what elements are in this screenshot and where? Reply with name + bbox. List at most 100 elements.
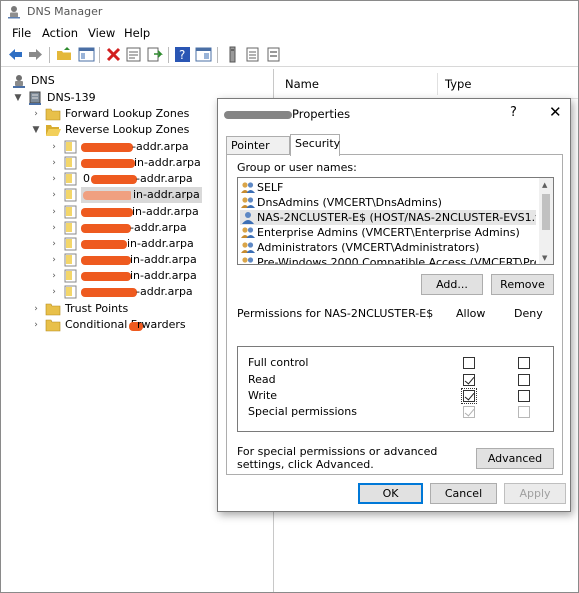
tree-label: in-addr.arpa: [130, 253, 197, 266]
menu-help[interactable]: Help: [121, 25, 153, 41]
ok-button[interactable]: OK: [358, 483, 423, 504]
delete-icon[interactable]: [105, 46, 122, 63]
properties-dialog: Properties ? ✕ Pointer (PTR) Security Gr…: [217, 98, 571, 512]
menu-file[interactable]: File: [9, 25, 34, 41]
apply-button[interactable]: Apply: [504, 483, 566, 504]
redaction-mark: [81, 224, 131, 233]
column-divider[interactable]: [437, 73, 438, 95]
expand-chevron-icon[interactable]: ›: [49, 252, 59, 268]
export-icon[interactable]: [146, 46, 163, 63]
redaction-mark: [83, 191, 133, 200]
user-list-item[interactable]: DnsAdmins (VMCERT\DnsAdmins): [240, 195, 536, 210]
list-icon[interactable]: [244, 46, 261, 63]
zone-icon: [63, 220, 79, 236]
deny-checkbox[interactable]: [518, 390, 530, 402]
user-list-item[interactable]: SELF: [240, 180, 536, 195]
zone-icon: [63, 139, 79, 155]
toolbar-separator: [168, 47, 169, 63]
zone-icon: [63, 236, 79, 252]
allow-checkbox[interactable]: [461, 388, 477, 404]
cancel-button[interactable]: Cancel: [430, 483, 497, 504]
expand-chevron-icon[interactable]: ›: [49, 155, 59, 171]
users-group-icon: [240, 195, 256, 210]
redaction-mark: [81, 159, 135, 168]
help-icon[interactable]: ?: [174, 46, 191, 63]
user-icon: [240, 210, 256, 225]
back-icon[interactable]: [7, 46, 24, 63]
expand-chevron-icon[interactable]: ›: [49, 236, 59, 252]
expand-chevron-icon[interactable]: ›: [49, 268, 59, 284]
tree-label: in-addr.arpa: [127, 237, 194, 250]
expand-chevron-icon[interactable]: ›: [49, 284, 59, 300]
users-group-icon: [240, 255, 256, 264]
permission-row-full-control: Full control: [238, 355, 553, 371]
expand-chevron-icon[interactable]: ›: [49, 139, 59, 155]
tab-pointer-ptr[interactable]: Pointer (PTR): [226, 136, 290, 165]
redaction-mark: [81, 272, 131, 281]
forward-icon[interactable]: [27, 46, 44, 63]
permission-row-special: Special permissions: [238, 404, 553, 420]
remove-button[interactable]: Remove: [491, 274, 554, 295]
record-icon[interactable]: [265, 46, 282, 63]
folder-icon: [45, 317, 61, 333]
allow-checkbox[interactable]: [463, 357, 475, 369]
zone-icon: [63, 252, 79, 268]
tree-label: -addr.arpa: [132, 140, 189, 153]
menu-action[interactable]: Action: [39, 25, 81, 41]
dns-manager-window: DNS Manager File Action View Help ? DNS …: [0, 0, 579, 593]
properties-icon[interactable]: [125, 46, 142, 63]
deny-checkbox[interactable]: [518, 357, 530, 369]
column-header-type[interactable]: Type: [445, 77, 471, 91]
tree-label: Trust Points: [65, 302, 129, 315]
zone-icon: [63, 155, 79, 171]
expand-chevron-icon[interactable]: ›: [49, 187, 59, 203]
add-button[interactable]: Add...: [421, 274, 483, 295]
title-bar: DNS Manager: [1, 1, 578, 23]
expand-chevron-icon[interactable]: ›: [31, 317, 41, 333]
permission-row-read: Read: [238, 372, 553, 388]
users-group-icon: [240, 180, 256, 195]
expand-chevron-icon[interactable]: ›: [31, 301, 41, 317]
tab-security[interactable]: Security: [290, 134, 340, 156]
console-icon[interactable]: [195, 46, 212, 63]
tree-node-dns[interactable]: DNS: [1, 73, 271, 89]
allow-checkbox[interactable]: [463, 374, 475, 386]
tree-label: DNS: [31, 74, 55, 87]
help-button[interactable]: ?: [510, 105, 517, 120]
toolbar-separator: [217, 47, 218, 63]
tree-label: in-addr.arpa: [130, 269, 197, 282]
tree-label: -addr.arpa: [130, 221, 187, 234]
user-list-item-selected[interactable]: NAS-2NCLUSTER-E$ (HOST/NAS-2NCLUSTER-EVS…: [240, 210, 536, 225]
collapse-chevron-icon[interactable]: ▼: [13, 90, 23, 106]
advanced-hint-text: For special permissions or advanced sett…: [237, 445, 438, 471]
user-list-scrollbar[interactable]: ▲ ▼: [539, 178, 553, 264]
show-hide-tree-icon[interactable]: [78, 46, 95, 63]
allow-checkbox-disabled: [463, 406, 475, 418]
tree-label: -addr.arpa: [136, 172, 193, 185]
server-icon[interactable]: [224, 46, 241, 63]
zone-icon: [63, 187, 79, 203]
close-icon[interactable]: ✕: [549, 103, 562, 121]
expand-chevron-icon[interactable]: ›: [49, 204, 59, 220]
dns-root-icon: [11, 73, 27, 89]
advanced-button[interactable]: Advanced: [476, 448, 554, 469]
collapse-chevron-icon[interactable]: ▼: [31, 122, 41, 138]
user-list-item[interactable]: Administrators (VMCERT\Administrators): [240, 240, 536, 255]
user-list[interactable]: SELF DnsAdmins (VMCERT\DnsAdmins) NAS-2N…: [237, 177, 554, 265]
column-header-name[interactable]: Name: [285, 77, 319, 91]
expand-chevron-icon[interactable]: ›: [31, 106, 41, 122]
security-tab-panel: Group or user names: SELF DnsAdmins (VMC…: [226, 154, 563, 475]
menu-view[interactable]: View: [85, 25, 118, 41]
deny-checkbox[interactable]: [518, 374, 530, 386]
scroll-thumb[interactable]: [542, 194, 550, 230]
expand-chevron-icon[interactable]: ›: [49, 220, 59, 236]
scroll-up-icon[interactable]: ▲: [542, 181, 547, 189]
up-folder-icon[interactable]: [56, 46, 73, 63]
server-icon: [27, 90, 43, 106]
user-list-item[interactable]: Enterprise Admins (VMCERT\Enterprise Adm…: [240, 225, 536, 240]
scroll-down-icon[interactable]: ▼: [542, 254, 547, 262]
redaction-mark: [81, 256, 131, 265]
user-list-item[interactable]: Pre-Windows 2000 Compatible Access (VMCE…: [240, 255, 536, 264]
tree-label: in-addr.arpa: [131, 187, 202, 203]
expand-chevron-icon[interactable]: ›: [49, 171, 59, 187]
